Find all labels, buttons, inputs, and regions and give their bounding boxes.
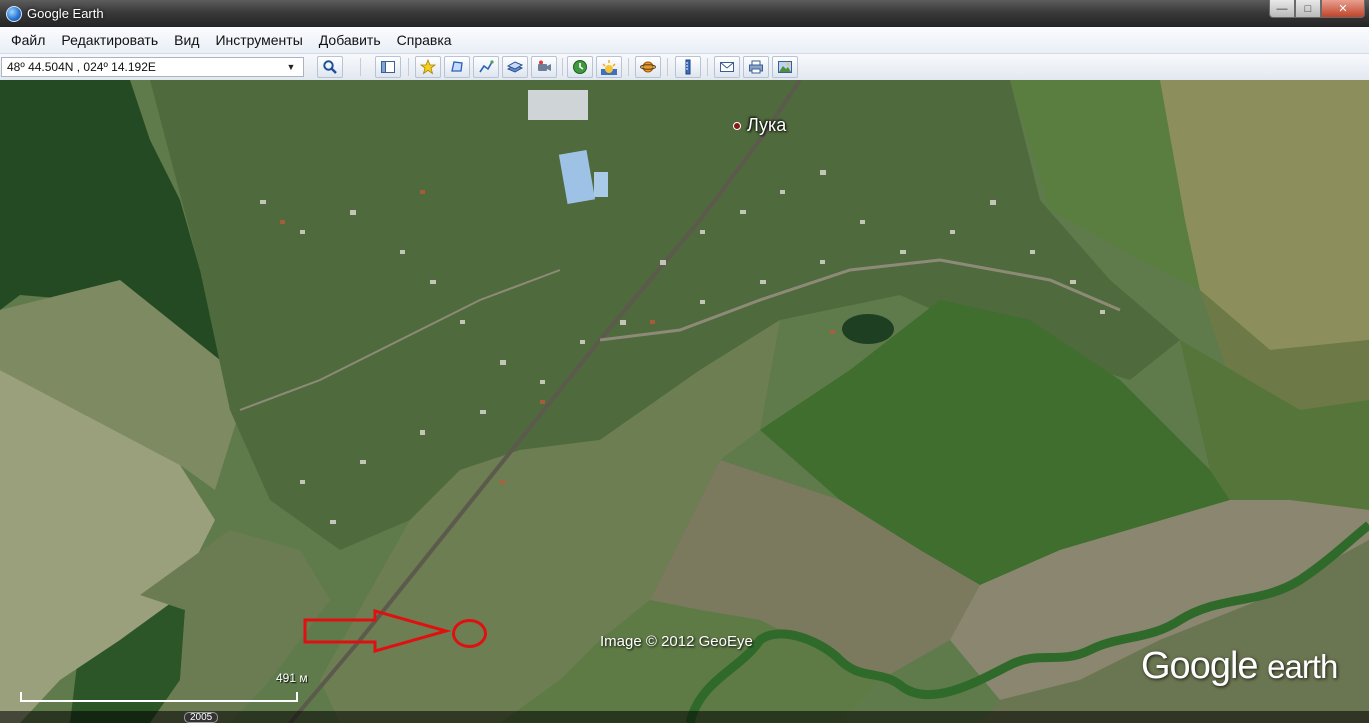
image-overlay-icon	[507, 61, 523, 73]
place-label[interactable]: Лука	[747, 115, 786, 136]
menu-bar: Файл Редактировать Вид Инструменты Добав…	[0, 27, 1369, 54]
google-earth-brand-logo: Google earth	[1141, 645, 1338, 688]
switch-planets-button[interactable]	[635, 56, 661, 78]
placemark-icon	[420, 59, 436, 75]
search-button[interactable]	[317, 56, 343, 78]
menu-help[interactable]: Справка	[389, 29, 460, 51]
scale-label: 491 м	[276, 671, 308, 685]
map-view[interactable]: Лука Image © 2012 GeoEye Google earth 49…	[0, 80, 1369, 723]
menu-file[interactable]: Файл	[3, 29, 53, 51]
historical-imagery-icon	[573, 60, 587, 74]
toolbar: ▼	[0, 54, 1369, 80]
imagery-copyright: Image © 2012 GeoEye	[600, 633, 753, 650]
menu-view[interactable]: Вид	[166, 29, 207, 51]
toggle-sidebar-button[interactable]	[375, 56, 401, 78]
minimize-button[interactable]: —	[1269, 0, 1295, 18]
toolbar-separator	[707, 58, 708, 76]
imagery-year-badge[interactable]: 2005	[184, 712, 219, 723]
maximize-button[interactable]: □	[1295, 0, 1321, 18]
sunlight-button[interactable]	[596, 56, 622, 78]
search-input[interactable]	[2, 58, 282, 76]
search-combobox[interactable]: ▼	[1, 57, 304, 77]
brand-google-text: Google	[1141, 645, 1259, 687]
ruler-button[interactable]	[675, 56, 701, 78]
satellite-imagery	[0, 80, 1369, 723]
planets-icon	[640, 61, 656, 73]
email-icon	[720, 62, 734, 72]
add-placemark-button[interactable]	[415, 56, 441, 78]
chevron-down-icon[interactable]: ▼	[282, 58, 300, 76]
menu-tools[interactable]: Инструменты	[207, 29, 310, 51]
google-earth-logo-icon	[6, 5, 22, 22]
place-marker-icon[interactable]	[733, 122, 741, 130]
toolbar-separator	[408, 58, 409, 76]
toolbar-separator	[628, 58, 629, 76]
search-icon	[323, 60, 337, 74]
add-path-button[interactable]	[473, 56, 499, 78]
close-button[interactable]: ✕	[1321, 0, 1365, 18]
sunlight-icon	[601, 60, 617, 75]
print-button[interactable]	[743, 56, 769, 78]
menu-add[interactable]: Добавить	[311, 29, 389, 51]
toolbar-separator	[360, 58, 361, 76]
add-image-overlay-button[interactable]	[502, 56, 528, 78]
annotation-circle	[452, 619, 487, 648]
title-bar: Google Earth — □ ✕	[0, 0, 1369, 27]
add-polygon-button[interactable]	[444, 56, 470, 78]
toolbar-separator	[562, 58, 563, 76]
toolbar-separator	[667, 58, 668, 76]
record-tour-button[interactable]	[531, 56, 557, 78]
historical-imagery-button[interactable]	[567, 56, 593, 78]
window-controls: — □ ✕	[1269, 0, 1365, 18]
window-title: Google Earth	[27, 6, 104, 21]
sidebar-icon	[381, 61, 395, 73]
brand-earth-text: earth	[1267, 648, 1338, 685]
save-image-button[interactable]	[772, 56, 798, 78]
print-icon	[749, 60, 763, 74]
save-image-icon	[778, 61, 792, 73]
menu-edit[interactable]: Редактировать	[53, 29, 166, 51]
polygon-icon	[451, 61, 463, 72]
path-icon	[479, 60, 494, 73]
email-button[interactable]	[714, 56, 740, 78]
record-tour-icon	[538, 60, 551, 71]
ruler-icon	[685, 59, 691, 75]
scale-bar	[20, 692, 298, 702]
